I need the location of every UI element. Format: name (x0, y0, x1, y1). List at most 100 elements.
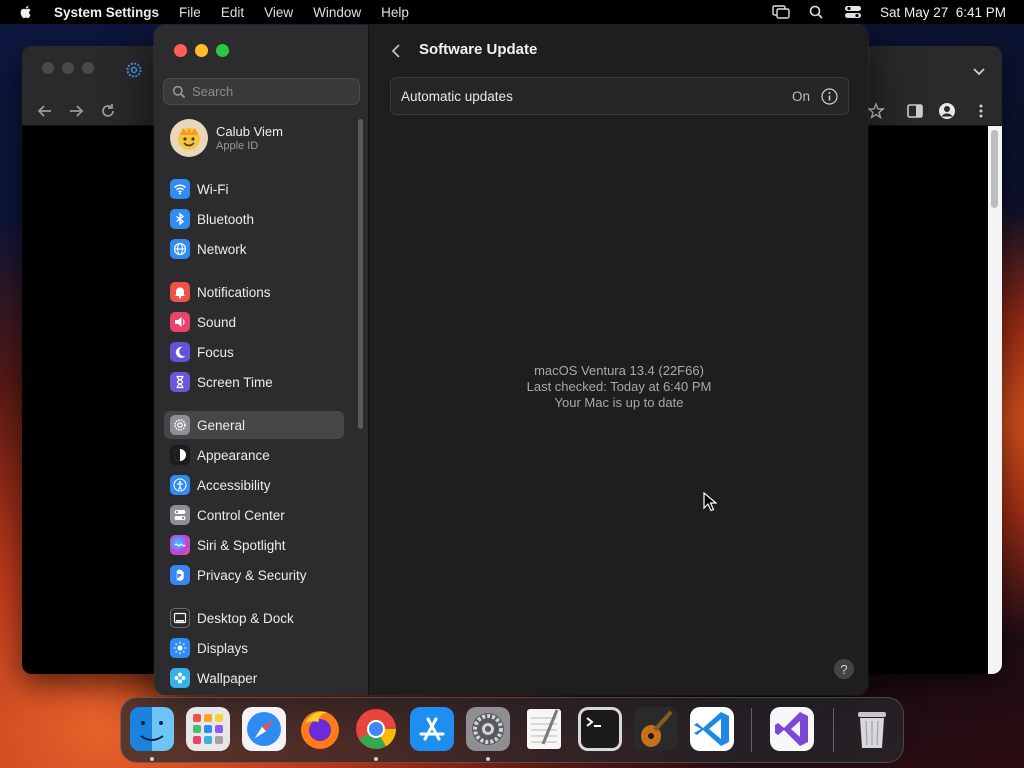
avatar (170, 119, 208, 157)
settings-gear-icon[interactable] (126, 62, 142, 78)
browser-scroll-thumb[interactable] (991, 130, 998, 208)
apple-id-profile[interactable]: Calub Viem Apple ID (170, 119, 283, 157)
browser-zoom-button[interactable] (82, 62, 94, 74)
close-button[interactable] (174, 44, 187, 57)
minimize-button[interactable] (195, 44, 208, 57)
dock-visual-studio[interactable] (769, 706, 815, 752)
system-settings-window: Calub Viem Apple ID Wi-Fi Bluetooth Netw… (154, 25, 868, 695)
info-icon[interactable] (821, 88, 838, 105)
sidebar-item-label: Desktop & Dock (197, 610, 294, 626)
menu-bar: System Settings File Edit View Window He… (0, 0, 1024, 24)
sidebar-item-label: Siri & Spotlight (197, 537, 286, 553)
more-menu-icon[interactable] (972, 102, 990, 120)
menu-window[interactable]: Window (313, 5, 361, 20)
profile-name: Calub Viem (216, 124, 283, 139)
sidebar-item-screen-time[interactable]: Screen Time (164, 368, 344, 396)
chevron-down-icon[interactable] (972, 64, 986, 78)
speaker-icon (170, 312, 190, 332)
help-button[interactable]: ? (834, 659, 854, 679)
dock-app-store[interactable] (409, 706, 455, 752)
sidebar-item-label: Bluetooth (197, 211, 255, 227)
running-indicator (374, 757, 378, 761)
moon-icon (170, 342, 190, 362)
gear-icon (170, 415, 190, 435)
browser-close-button[interactable] (42, 62, 54, 74)
apple-icon[interactable] (18, 4, 34, 20)
sidebar-item-control-center[interactable]: Control Center (164, 501, 344, 529)
sidebar-item-appearance[interactable]: Appearance (164, 441, 344, 469)
dock (120, 697, 904, 763)
os-version: macOS Ventura 13.4 (22F66) (534, 363, 704, 378)
side-panel-icon[interactable] (906, 102, 924, 120)
sidebar-item-label: Screen Time (197, 374, 273, 390)
bell-icon (170, 282, 190, 302)
page-title: Software Update (419, 41, 538, 58)
hand-icon (170, 565, 190, 585)
dock-garageband[interactable] (633, 706, 679, 752)
sidebar-item-label: General (197, 417, 246, 433)
sidebar-item-displays[interactable]: Displays (164, 634, 344, 662)
sidebar-item-label: Focus (197, 344, 234, 360)
control-center-icon[interactable] (844, 5, 862, 19)
app-store-icon (410, 707, 454, 751)
dock-system-settings[interactable] (465, 706, 511, 752)
dock-chrome[interactable] (353, 706, 399, 752)
dock-firefox[interactable] (297, 706, 343, 752)
sidebar-item-notifications[interactable]: Notifications (164, 278, 344, 306)
bookmark-star-icon[interactable] (867, 102, 885, 120)
search-field[interactable] (163, 78, 360, 105)
sidebar-item-siri-spotlight[interactable]: Siri & Spotlight (164, 531, 344, 559)
sidebar-item-wifi[interactable]: Wi-Fi (164, 175, 344, 203)
appearance-icon (170, 445, 190, 465)
dock-terminal[interactable] (577, 706, 623, 752)
menu-file[interactable]: File (179, 5, 201, 20)
dock-safari[interactable] (241, 706, 287, 752)
back-arrow-icon[interactable] (36, 102, 54, 120)
dock-vscode[interactable] (689, 706, 735, 752)
sidebar-item-general[interactable]: General (164, 411, 344, 439)
sidebar-item-label: Privacy & Security (197, 567, 307, 583)
safari-compass-icon (242, 707, 286, 751)
menu-edit[interactable]: Edit (221, 5, 244, 20)
sidebar-item-focus[interactable]: Focus (164, 338, 344, 366)
app-menu-system-settings[interactable]: System Settings (54, 5, 159, 20)
settings-sidebar: Calub Viem Apple ID Wi-Fi Bluetooth Netw… (154, 25, 369, 695)
dock-textedit[interactable] (521, 706, 567, 752)
bluetooth-icon (170, 209, 190, 229)
back-chevron-icon[interactable] (388, 42, 404, 60)
profile-icon[interactable] (938, 102, 956, 120)
dock-launchpad[interactable] (185, 706, 231, 752)
browser-minimize-button[interactable] (62, 62, 74, 74)
sidebar-item-wallpaper[interactable]: Wallpaper (164, 664, 344, 692)
reload-icon[interactable] (99, 102, 117, 120)
search-input[interactable] (192, 84, 352, 99)
sidebar-item-label: Sound (197, 314, 237, 330)
screen-mirroring-icon[interactable] (772, 5, 790, 19)
browser-scroll-track[interactable] (988, 126, 1002, 674)
running-indicator (150, 757, 154, 761)
sidebar-item-label: Displays (197, 640, 249, 656)
menu-view[interactable]: View (264, 5, 293, 20)
sidebar-item-network[interactable]: Network (164, 235, 344, 263)
automatic-updates-row[interactable]: Automatic updates On (390, 77, 849, 115)
sidebar-item-desktop-dock[interactable]: Desktop & Dock (164, 604, 344, 632)
sidebar-item-privacy-security[interactable]: Privacy & Security (164, 561, 344, 589)
forward-arrow-icon[interactable] (67, 102, 85, 120)
sidebar-item-label: Control Center (197, 507, 285, 523)
dock-icon (170, 608, 190, 628)
menubar-clock[interactable]: Sat May 27 6:41 PM (880, 5, 1006, 20)
sidebar-scrollbar[interactable] (358, 119, 363, 429)
sidebar-item-accessibility[interactable]: Accessibility (164, 471, 344, 499)
automatic-updates-label: Automatic updates (401, 88, 513, 104)
menu-help[interactable]: Help (381, 5, 409, 20)
spotlight-search-icon[interactable] (808, 5, 826, 19)
sidebar-item-bluetooth[interactable]: Bluetooth (164, 205, 344, 233)
dock-finder[interactable] (129, 706, 175, 752)
dock-trash[interactable] (849, 706, 895, 752)
sidebar-item-sound[interactable]: Sound (164, 308, 344, 336)
zoom-button[interactable] (216, 44, 229, 57)
profile-subtitle: Apple ID (216, 140, 259, 152)
up-to-date-message: Your Mac is up to date (554, 395, 684, 410)
dock-separator (833, 708, 834, 752)
hourglass-icon (170, 372, 190, 392)
